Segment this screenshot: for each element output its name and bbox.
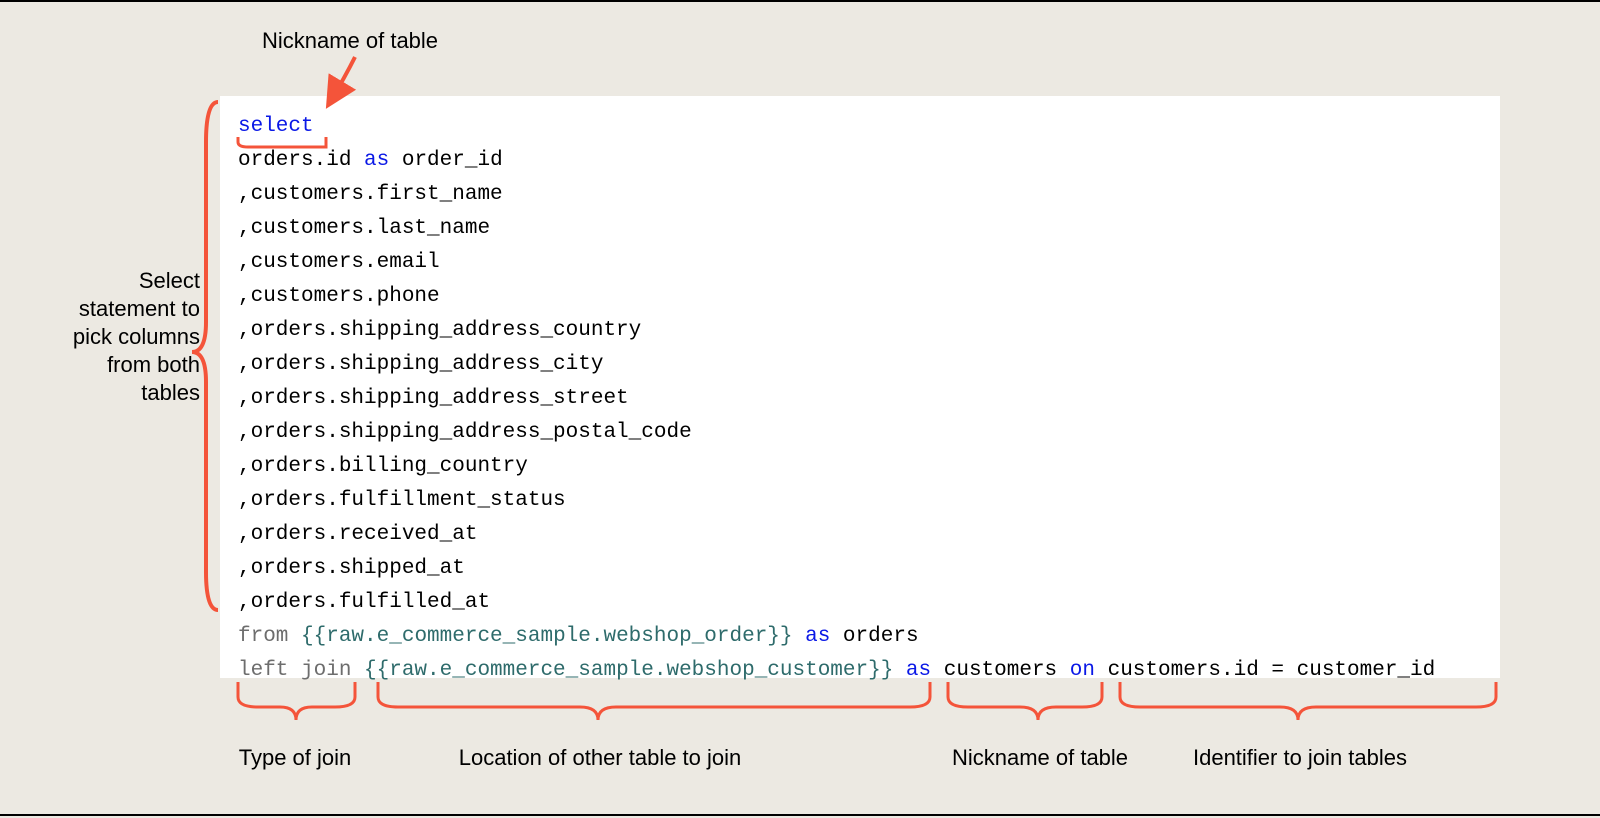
code-line-14: ,orders.shipped_at [238,557,465,580]
code-line-9: ,orders.shipping_address_street [238,387,629,410]
kw-on: on [1070,659,1095,682]
join-condition: customers.id = customer_id [1095,659,1435,682]
kw-as-1: as [364,149,389,172]
code-line-11: ,orders.billing_country [238,455,528,478]
code-line-2b: order_id [389,149,502,172]
code-line-12: ,orders.fulfillment_status [238,489,566,512]
code-line-13: ,orders.received_at [238,523,477,546]
code-line-10: ,orders.shipping_address_postal_code [238,421,692,444]
annotation-nickname-bottom: Nickname of table [940,744,1140,772]
kw-select: select [238,115,314,138]
annotation-identifier: Identifier to join tables [1160,744,1440,772]
code-line-15: ,orders.fulfilled_at [238,591,490,614]
code-line-4: ,customers.last_name [238,217,490,240]
annotation-nickname-top: Nickname of table [240,27,460,55]
annotation-type-of-join: Type of join [225,744,365,772]
alias-orders: orders [830,625,918,648]
kw-as-3: as [906,659,931,682]
ref-orders-table: {{raw.e_commerce_sample.webshop_order}} [288,625,805,648]
kw-left-join: left join [238,659,351,682]
annotation-select-left: Select statement to pick columns from bo… [60,267,200,407]
code-line-7: ,orders.shipping_address_country [238,319,641,342]
kw-as-2: as [805,625,830,648]
code-line-6: ,customers.phone [238,285,440,308]
kw-from: from [238,625,288,648]
code-line-3: ,customers.first_name [238,183,503,206]
sql-code-block: select orders.id as order_id ,customers.… [220,96,1500,678]
alias-customers: customers [931,659,1070,682]
code-line-5: ,customers.email [238,251,440,274]
code-line-2a: orders.id [238,149,364,172]
annotation-location-table: Location of other table to join [400,744,800,772]
code-line-8: ,orders.shipping_address_city [238,353,603,376]
ref-customers-table: {{raw.e_commerce_sample.webshop_customer… [351,659,906,682]
